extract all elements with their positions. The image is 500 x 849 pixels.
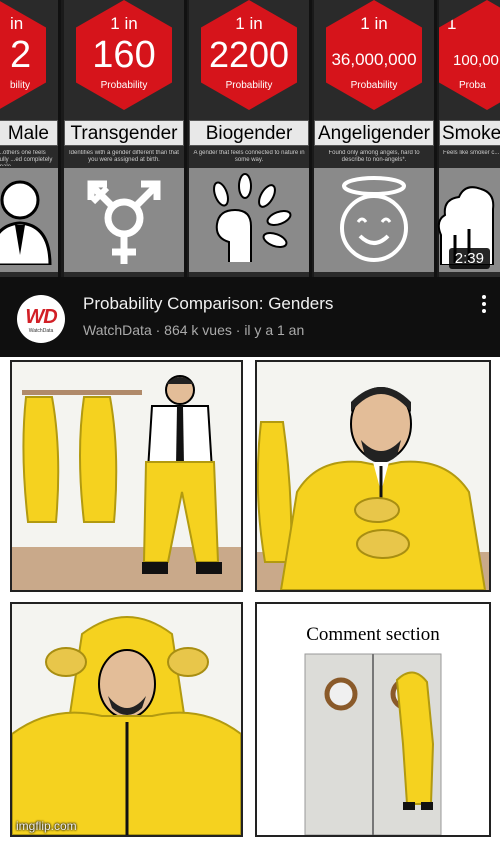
gender-column-male: in 2 bility Male ...others one feels ful…: [0, 0, 61, 277]
probability-number: 100,00: [453, 52, 499, 69]
video-title[interactable]: Probability Comparison: Genders: [83, 294, 333, 314]
man-putting-on-hazmat-pants-illustration: [12, 362, 241, 590]
icon-panel: [314, 168, 434, 272]
gender-name: Transgender: [64, 120, 184, 146]
probability-label: Probability: [100, 80, 148, 91]
man-entering-doors-illustration: [304, 653, 442, 835]
one-in-label: 1: [447, 14, 457, 33]
imgflip-watermark: imgflip.com: [16, 819, 77, 833]
probability-number: 2200: [208, 34, 290, 75]
gender-name: Biogender: [189, 120, 309, 146]
man-pulling-hood-illustration: [12, 604, 241, 835]
gender-column-angeligender: 1 in 36,000,000 Probability Angeligender…: [314, 0, 437, 277]
gender-name: Angeligender: [314, 120, 434, 146]
gender-description: Identifies with a gender different than …: [69, 150, 179, 163]
meme-comic: imgflip.com Comment section: [0, 357, 500, 849]
probability-label: Probability: [350, 80, 398, 91]
leaf-head-icon: [213, 173, 292, 262]
more-options-icon[interactable]: [482, 295, 486, 316]
gender-column-smoke: 1 100,00 Proba Smoke Feels like smoker c…: [437, 0, 500, 277]
probability-number: 2: [10, 34, 32, 76]
probability-number: 36,000,000: [331, 50, 417, 69]
person-suit-icon: [0, 180, 52, 265]
angel-face-icon: [340, 176, 408, 262]
transgender-symbol-icon: [87, 180, 161, 264]
probability-hexagon: 1 100,00 Proba: [439, 0, 500, 110]
icon-panel: [64, 168, 184, 272]
one-in-label: in: [10, 14, 24, 33]
gender-description: Feels like smoker c... deeper; it dis...: [443, 150, 500, 156]
comic-panel-1: [10, 360, 243, 592]
gender-column-transgender: 1 in 160 Probability Transgender Identif…: [64, 0, 187, 277]
probability-hexagon: 1 in 2200 Probability: [201, 0, 297, 110]
comic-panel-4: Comment section: [255, 602, 491, 837]
man-zipping-hazmat-suit-illustration: [257, 362, 489, 590]
probability-label: Proba: [459, 80, 486, 91]
probability-label: bility: [10, 80, 31, 91]
video-meta: WatchData · 864 k vues · il y a 1 an: [83, 322, 305, 338]
one-in-label: 1 in: [110, 14, 138, 33]
icon-panel: [189, 168, 309, 272]
channel-logo-subtext: WatchData: [28, 328, 54, 334]
video-duration-badge: 2:39: [448, 248, 490, 269]
gender-description: A gender that feels connected to nature …: [193, 150, 305, 163]
gender-name: Smoke: [439, 120, 500, 146]
one-in-label: 1 in: [235, 14, 263, 33]
comic-panel-2: [255, 360, 491, 592]
probability-hexagon: 1 in 160 Probability: [76, 0, 172, 110]
icon-panel: [0, 168, 58, 272]
probability-number: 160: [92, 34, 156, 76]
gender-description: ...others one feels fully ...ed complete…: [0, 150, 53, 166]
probability-hexagon: in 2 bility: [0, 0, 46, 110]
probability-hexagon: 1 in 36,000,000 Probability: [326, 0, 422, 110]
channel-avatar[interactable]: WD WatchData: [17, 295, 65, 343]
probability-label: Probability: [225, 80, 273, 91]
channel-logo-text: WD: [25, 306, 57, 328]
video-thumbnail[interactable]: in 2 bility Male ...others one feels ful…: [0, 0, 500, 277]
video-info-bar: WD WatchData Probability Comparison: Gen…: [0, 277, 500, 357]
one-in-label: 1 in: [360, 14, 388, 33]
gender-name: Male: [0, 120, 58, 146]
gender-column-biogender: 1 in 2200 Probability Biogender A gender…: [189, 0, 312, 277]
comic-panel-3: imgflip.com: [10, 602, 243, 837]
gender-description: Found only among angels, hard to describ…: [328, 150, 420, 163]
